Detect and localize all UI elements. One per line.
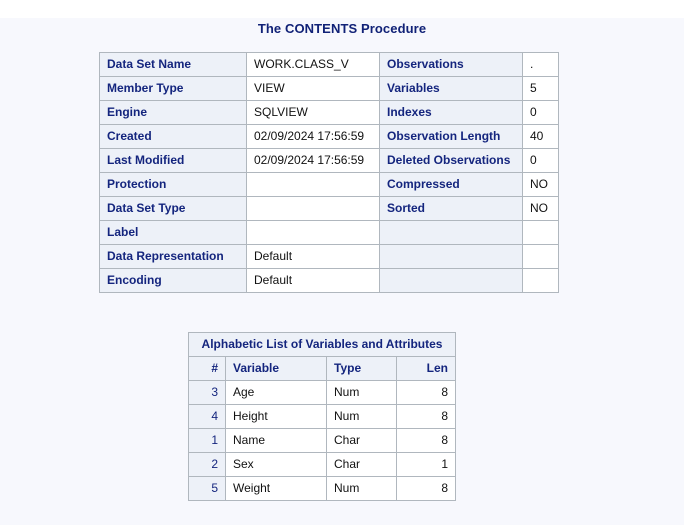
column-header-variable: Variable [225, 356, 327, 381]
variable-length: 8 [396, 428, 456, 453]
variable-type: Num [326, 476, 397, 501]
variables-table-caption: Alphabetic List of Variables and Attribu… [188, 332, 456, 357]
variable-number: 5 [188, 476, 226, 501]
table-row: 2 Sex Char 1 [188, 452, 456, 477]
attr-value [522, 268, 559, 293]
attr-label: Indexes [379, 100, 523, 125]
attr-value: Default [246, 244, 380, 269]
attr-label: Sorted [379, 196, 523, 221]
attr-label [379, 268, 523, 293]
variable-number: 1 [188, 428, 226, 453]
attr-value [522, 220, 559, 245]
column-header-number: # [188, 356, 226, 381]
variable-length: 8 [396, 404, 456, 429]
attr-label: Member Type [99, 76, 247, 101]
attr-label: Data Set Name [99, 52, 247, 77]
attr-label: Variables [379, 76, 523, 101]
table-row: Data Representation Default [99, 244, 559, 269]
attributes-table-body: Data Set Name WORK.CLASS_V Observations … [99, 52, 559, 293]
output-page: The CONTENTS Procedure Data Set Name WOR… [0, 18, 684, 525]
attr-value: NO [522, 196, 559, 221]
attr-label: Created [99, 124, 247, 149]
variable-name: Weight [225, 476, 327, 501]
variable-number: 4 [188, 404, 226, 429]
attr-value: 02/09/2024 17:56:59 [246, 148, 380, 173]
table-row: Engine SQLVIEW Indexes 0 [99, 100, 559, 125]
attr-value: 40 [522, 124, 559, 149]
attr-value: 5 [522, 76, 559, 101]
attr-value [246, 196, 380, 221]
table-row: Label [99, 220, 559, 245]
attr-value: NO [522, 172, 559, 197]
table-row: Data Set Name WORK.CLASS_V Observations … [99, 52, 559, 77]
table-row: Last Modified 02/09/2024 17:56:59 Delete… [99, 148, 559, 173]
attr-label: Label [99, 220, 247, 245]
table-row: 3 Age Num 8 [188, 380, 456, 405]
attr-value [522, 244, 559, 269]
table-row: 1 Name Char 8 [188, 428, 456, 453]
variable-name: Sex [225, 452, 327, 477]
attr-label [379, 220, 523, 245]
variable-type: Char [326, 452, 397, 477]
variable-type: Num [326, 380, 397, 405]
variable-name: Age [225, 380, 327, 405]
attr-value [246, 220, 380, 245]
attr-label: Compressed [379, 172, 523, 197]
variable-type: Char [326, 428, 397, 453]
page-title: The CONTENTS Procedure [257, 21, 427, 36]
table-row: 5 Weight Num 8 [188, 476, 456, 501]
attr-label [379, 244, 523, 269]
variable-type: Num [326, 404, 397, 429]
column-header-len: Len [396, 356, 456, 381]
variables-caption-row: Alphabetic List of Variables and Attribu… [188, 332, 456, 357]
attr-value: Default [246, 268, 380, 293]
variables-table-body: 3 Age Num 8 4 Height Num 8 1 Name Char 8 [188, 380, 456, 501]
table-row: Protection Compressed NO [99, 172, 559, 197]
attr-value: . [522, 52, 559, 77]
attr-label: Last Modified [99, 148, 247, 173]
variables-attributes-table: Alphabetic List of Variables and Attribu… [188, 332, 456, 501]
variable-name: Height [225, 404, 327, 429]
attr-label: Data Set Type [99, 196, 247, 221]
attr-label: Observation Length [379, 124, 523, 149]
attr-value: SQLVIEW [246, 100, 380, 125]
variables-table-container: Alphabetic List of Variables and Attribu… [188, 332, 456, 501]
variable-number: 3 [188, 380, 226, 405]
data-set-attributes-table: Data Set Name WORK.CLASS_V Observations … [99, 52, 559, 293]
attr-value: 02/09/2024 17:56:59 [246, 124, 380, 149]
table-row: Created 02/09/2024 17:56:59 Observation … [99, 124, 559, 149]
attr-label: Deleted Observations [379, 148, 523, 173]
variable-length: 1 [396, 452, 456, 477]
table-row: Data Set Type Sorted NO [99, 196, 559, 221]
variables-header-row: # Variable Type Len [188, 356, 456, 381]
variables-table-head: Alphabetic List of Variables and Attribu… [188, 332, 456, 381]
variable-name: Name [225, 428, 327, 453]
attributes-table-container: Data Set Name WORK.CLASS_V Observations … [99, 52, 559, 293]
table-row: Encoding Default [99, 268, 559, 293]
attr-label: Protection [99, 172, 247, 197]
attr-value: 0 [522, 148, 559, 173]
attr-value [246, 172, 380, 197]
variable-length: 8 [396, 476, 456, 501]
attr-label: Observations [379, 52, 523, 77]
attr-label: Engine [99, 100, 247, 125]
table-row: 4 Height Num 8 [188, 404, 456, 429]
table-row: Member Type VIEW Variables 5 [99, 76, 559, 101]
attr-value: VIEW [246, 76, 380, 101]
variable-number: 2 [188, 452, 226, 477]
column-header-type: Type [326, 356, 397, 381]
attr-label: Data Representation [99, 244, 247, 269]
attr-label: Encoding [99, 268, 247, 293]
attr-value: 0 [522, 100, 559, 125]
attr-value: WORK.CLASS_V [246, 52, 380, 77]
variable-length: 8 [396, 380, 456, 405]
